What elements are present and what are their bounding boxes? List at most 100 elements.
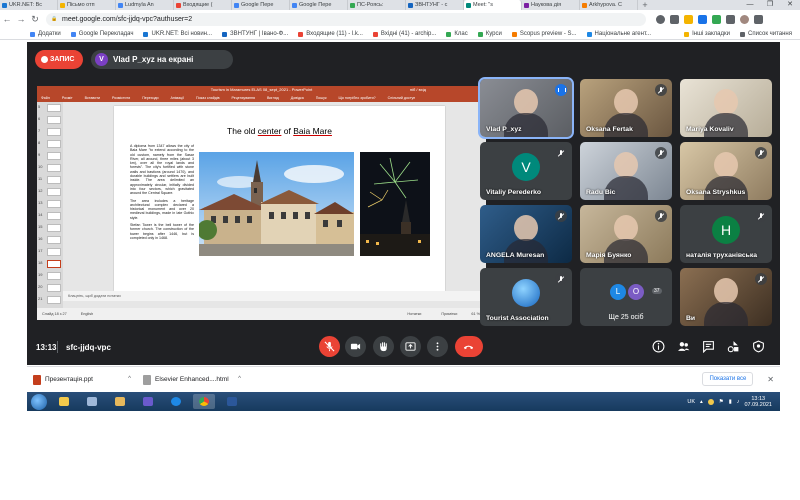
chat-icon[interactable] <box>702 340 715 353</box>
ribbon-tab[interactable]: Переходи <box>142 94 158 102</box>
bookmark-item[interactable]: Входящие (11) - l.k... <box>298 31 363 37</box>
participant-tile[interactable]: Ннаталія труханівська <box>680 205 772 263</box>
taskbar-app-edge[interactable] <box>165 394 187 409</box>
taskbar-app-save[interactable] <box>137 394 159 409</box>
minimize-icon[interactable]: — <box>740 0 760 10</box>
bookmark-item[interactable]: Вхідні (41) - archip... <box>372 31 436 37</box>
close-icon[interactable]: ✕ <box>767 375 774 384</box>
slide-thumbnail[interactable] <box>47 152 61 160</box>
flag-icon[interactable]: ⚑ <box>719 399 724 405</box>
ribbon-tab[interactable]: Розмістити <box>112 94 130 102</box>
taskbar-app-notes[interactable] <box>81 394 103 409</box>
slide-thumbnail[interactable] <box>47 260 61 268</box>
participant-tile[interactable]: Марія Буянко <box>580 205 672 263</box>
slide-thumbnail[interactable] <box>47 200 61 208</box>
taskbar-app-chrome[interactable] <box>193 394 215 409</box>
language-indicator[interactable]: UK <box>687 399 695 405</box>
extension-icon[interactable] <box>698 14 707 24</box>
taskbar-app-explorer[interactable] <box>53 394 75 409</box>
clock[interactable]: 13:13 07.09.2021 <box>744 396 772 408</box>
start-button[interactable] <box>31 393 47 410</box>
bookmark-item[interactable]: Клас <box>446 31 468 37</box>
close-icon[interactable]: ✕ <box>780 0 800 10</box>
network-icon[interactable]: ▮ <box>729 399 732 405</box>
slide-thumbnail[interactable] <box>47 212 61 220</box>
maximize-icon[interactable]: ❐ <box>760 0 780 10</box>
slide-thumbnail[interactable] <box>47 296 61 304</box>
meeting-code[interactable]: sfc-jjdq-vpc <box>66 343 111 352</box>
volume-icon[interactable]: ♪ <box>737 399 740 405</box>
taskbar-app-word[interactable] <box>221 394 243 409</box>
participant-tile[interactable]: Radu Bic <box>580 142 672 200</box>
ppt-notes-pane[interactable]: Клацніть, щоб додати нотатки <box>63 291 486 301</box>
slide-thumbnail[interactable] <box>47 140 61 148</box>
slide-thumbnail[interactable] <box>47 164 61 172</box>
participant-tile[interactable]: Oksana Stryshkus <box>680 142 772 200</box>
chevron-up-icon[interactable]: ▴ <box>700 399 703 405</box>
browser-tab[interactable]: Arkhypova. C <box>580 0 638 10</box>
browser-tab[interactable]: UKR.NET: Вс <box>0 0 58 10</box>
menu-icon[interactable] <box>754 14 763 24</box>
host-controls-icon[interactable] <box>752 340 765 353</box>
presenting-chip[interactable]: V Vlad P_xyz на екрані <box>91 50 233 69</box>
slide-thumbnail[interactable] <box>47 284 61 292</box>
forward-button[interactable]: → <box>14 14 28 24</box>
browser-tab[interactable]: ЗВНТУНГ - с <box>406 0 464 10</box>
slide-thumbnail[interactable] <box>47 248 61 256</box>
ribbon-tab[interactable]: Анімації <box>170 94 184 102</box>
browser-tab[interactable]: Google Пере <box>290 0 348 10</box>
participant-tile[interactable]: V Vitaliy Perederko <box>480 142 572 200</box>
reload-button[interactable]: ↻ <box>28 14 42 25</box>
browser-tab[interactable]: Ludmyla An <box>116 0 174 10</box>
bookmark-item[interactable]: Курси <box>477 31 502 37</box>
slide-thumbnail[interactable] <box>47 116 61 124</box>
ribbon-tab[interactable]: Розміт <box>62 94 73 102</box>
raise-hand-button[interactable] <box>373 336 394 357</box>
puzzle-icon[interactable] <box>726 14 735 24</box>
back-button[interactable]: ← <box>0 14 14 24</box>
browser-tab[interactable]: ПС-Роясь: <box>348 0 406 10</box>
bookmark-item[interactable]: Національне агент... <box>586 31 651 37</box>
slide-thumbnail[interactable] <box>47 188 61 196</box>
participant-tile[interactable]: Tourist Association <box>480 268 572 326</box>
download-item[interactable]: Презентація.ppt ^ <box>27 374 137 385</box>
more-options-button[interactable] <box>427 336 448 357</box>
chevron-up-icon[interactable]: ^ <box>128 376 131 382</box>
address-bar[interactable]: meet.google.com/sfc-jjdq-vpc?authuser=2 <box>46 12 646 26</box>
ribbon-tab[interactable]: Показ слайдів <box>196 94 220 102</box>
browser-tab[interactable]: Входящие ( <box>174 0 232 10</box>
new-tab-button[interactable]: + <box>638 0 652 10</box>
show-all-downloads-button[interactable]: Показати все <box>702 372 754 386</box>
bookmark-item[interactable]: Scopus preview - S... <box>511 31 577 37</box>
camera-icon[interactable] <box>656 14 665 24</box>
slide-thumbnail[interactable] <box>47 224 61 232</box>
comments-toggle[interactable]: Примітки <box>441 308 457 320</box>
taskbar-app-files[interactable] <box>109 394 131 409</box>
ribbon-tab[interactable]: Пошук <box>316 94 327 102</box>
leave-call-button[interactable] <box>455 336 483 357</box>
present-button[interactable] <box>400 336 421 357</box>
browser-tab[interactable]: Meet: "s <box>464 0 522 10</box>
bookmark-item[interactable]: Додатки <box>30 31 61 37</box>
ribbon-tab[interactable]: Спільний доступ <box>388 94 416 102</box>
download-item[interactable]: Elsevier Enhanced....html ^ <box>137 374 247 385</box>
bookmark-item[interactable]: Google Перекладач <box>70 31 133 37</box>
browser-tab[interactable]: Google Пере <box>232 0 290 10</box>
microphone-button[interactable] <box>319 336 340 357</box>
camera-button[interactable] <box>345 336 366 357</box>
ribbon-tab[interactable]: Рецензування <box>232 94 255 102</box>
participant-tile[interactable]: Mariya Kovaliv <box>680 79 772 137</box>
ribbon-tab[interactable]: Що потрібно зробити? <box>339 94 376 102</box>
participant-tile[interactable]: Ви <box>680 268 772 326</box>
profile-avatar[interactable] <box>740 14 749 24</box>
slide-thumbnail[interactable] <box>47 176 61 184</box>
participant-tile[interactable]: ANGELA Muresan <box>480 205 572 263</box>
slide-thumbnail[interactable] <box>47 236 61 244</box>
ribbon-tab[interactable]: Файл <box>41 94 50 102</box>
slide-thumbnail[interactable] <box>47 128 61 136</box>
star-icon[interactable] <box>684 14 693 24</box>
participant-tile[interactable]: Oksana Fertak <box>580 79 672 137</box>
slide-thumbnail[interactable] <box>47 272 61 280</box>
bookmark-item[interactable]: ЗВНТУНГ | Івано-Ф... <box>222 31 288 37</box>
people-icon[interactable] <box>677 340 690 353</box>
